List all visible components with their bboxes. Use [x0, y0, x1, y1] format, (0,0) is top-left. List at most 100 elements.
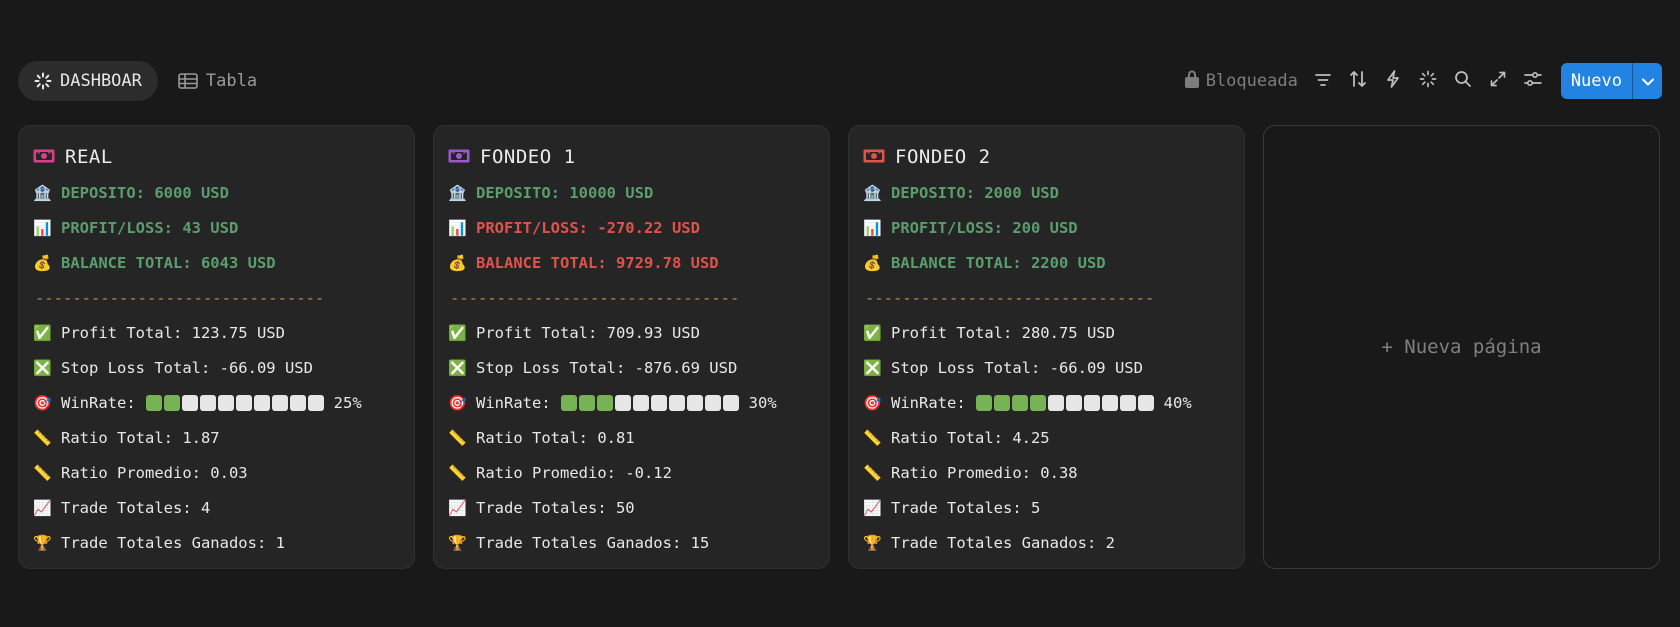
- profit-total-text: Profit Total: 709.93 USD: [476, 323, 700, 342]
- card-line-winrate: 🎯 WinRate: 40%: [863, 385, 1230, 420]
- winrate-label: WinRate:: [476, 393, 551, 412]
- view-tab-tabla[interactable]: Tabla: [162, 61, 273, 101]
- automation-bolt-icon: [1386, 70, 1400, 92]
- search-button[interactable]: [1447, 65, 1479, 97]
- account-card[interactable]: FONDEO 1 🏦 DEPOSITO: 10000 USD 📊 PROFIT/LOSS…: [433, 125, 830, 569]
- stop-loss-text: Stop Loss Total: -66.09 USD: [891, 358, 1143, 377]
- winrate-square: [668, 394, 685, 411]
- winrate-progress-bar: [560, 394, 739, 411]
- filter-button[interactable]: [1307, 65, 1339, 97]
- winrate-emoji-icon: 🎯: [448, 393, 467, 412]
- profit-total-emoji-icon: ✅: [33, 323, 52, 342]
- card-title: REAL: [33, 140, 400, 174]
- gallery-board: REAL 🏦 DEPOSITO: 6000 USD 📊 PROFIT/LOSS: 43 …: [18, 125, 1662, 569]
- new-page-card[interactable]: + Nueva página: [1263, 125, 1660, 569]
- winrate-square: [686, 394, 703, 411]
- stop-loss-emoji-icon: ❎: [33, 358, 52, 377]
- winrate-square: [1137, 394, 1154, 411]
- deposito-text: DEPOSITO: 10000 USD: [476, 183, 654, 202]
- ratio-total-text: Ratio Total: 1.87: [61, 428, 220, 447]
- card-line-trades: 📈 Trade Totales: 50: [448, 490, 815, 525]
- winrate-square: [1065, 394, 1082, 411]
- ratio-total-emoji-icon: 📏: [448, 428, 467, 447]
- settings-sliders-icon: [1523, 71, 1542, 91]
- view-tab-dashboard[interactable]: DASHBOAR: [18, 61, 158, 101]
- profit-loss-emoji-icon: 📊: [448, 218, 467, 237]
- ratio-promedio-emoji-icon: 📏: [863, 463, 882, 482]
- deposito-emoji-icon: 🏦: [863, 183, 882, 202]
- winrate-square: [1119, 394, 1136, 411]
- account-card[interactable]: REAL 🏦 DEPOSITO: 6000 USD 📊 PROFIT/LOSS: 43 …: [18, 125, 415, 569]
- card-line-won: 🏆 Trade Totales Ganados: 15: [448, 525, 815, 560]
- balance-text: BALANCE TOTAL: 6043 USD: [61, 253, 276, 272]
- filter-icon: [1314, 72, 1332, 91]
- deposito-emoji-icon: 🏦: [33, 183, 52, 202]
- new-dropdown-button[interactable]: [1632, 63, 1662, 99]
- card-line-balance: 💰 BALANCE TOTAL: 6043 USD: [33, 245, 400, 280]
- ai-sparkle-button[interactable]: [1412, 65, 1444, 97]
- chevron-down-icon: [1641, 72, 1655, 91]
- trades-emoji-icon: 📈: [863, 498, 882, 517]
- winrate-square: [199, 394, 216, 411]
- winrate-square: [1083, 394, 1100, 411]
- winrate-square: [307, 394, 324, 411]
- card-line-deposito: 🏦 DEPOSITO: 2000 USD: [863, 175, 1230, 210]
- trades-emoji-icon: 📈: [448, 498, 467, 517]
- winrate-square: [253, 394, 270, 411]
- new-page-label: + Nueva página: [1381, 336, 1542, 358]
- automation-button[interactable]: [1377, 65, 1409, 97]
- new-button[interactable]: Nuevo: [1560, 63, 1662, 99]
- stop-loss-emoji-icon: ❎: [863, 358, 882, 377]
- profit-loss-text: PROFIT/LOSS: -270.22 USD: [476, 218, 700, 237]
- table-icon: [178, 73, 198, 89]
- winrate-square: [560, 394, 577, 411]
- winrate-square: [1011, 394, 1028, 411]
- stop-loss-text: Stop Loss Total: -66.09 USD: [61, 358, 313, 377]
- winrate-progress-bar: [975, 394, 1154, 411]
- trades-text: Trade Totales: 4: [61, 498, 211, 517]
- winrate-square: [578, 394, 595, 411]
- card-line-winrate: 🎯 WinRate: 25%: [33, 385, 400, 420]
- winrate-square: [1047, 394, 1064, 411]
- expand-button[interactable]: [1482, 65, 1514, 97]
- winrate-square: [650, 394, 667, 411]
- profit-total-emoji-icon: ✅: [863, 323, 882, 342]
- expand-icon: [1490, 71, 1506, 91]
- card-title: FONDEO 2: [863, 140, 1230, 174]
- balance-text: BALANCE TOTAL: 2200 USD: [891, 253, 1106, 272]
- card-line-stop-loss: ❎ Stop Loss Total: -66.09 USD: [33, 350, 400, 385]
- ratio-promedio-text: Ratio Promedio: -0.12: [476, 463, 672, 482]
- card-line-balance: 💰 BALANCE TOTAL: 9729.78 USD: [448, 245, 815, 280]
- deposito-text: DEPOSITO: 6000 USD: [61, 183, 229, 202]
- divider-text: -------------------------------: [865, 288, 1155, 307]
- winrate-percent: 40%: [1163, 393, 1192, 412]
- card-line-stop-loss: ❎ Stop Loss Total: -66.09 USD: [863, 350, 1230, 385]
- winrate-square: [704, 394, 721, 411]
- card-line-trades: 📈 Trade Totales: 5: [863, 490, 1230, 525]
- winrate-percent: 25%: [333, 393, 362, 412]
- ratio-total-emoji-icon: 📏: [863, 428, 882, 447]
- lock-icon: [1184, 69, 1200, 94]
- lock-button[interactable]: Bloqueada: [1184, 69, 1298, 94]
- card-line-winrate: 🎯 WinRate: 30%: [448, 385, 815, 420]
- card-line-trades: 📈 Trade Totales: 4: [33, 490, 400, 525]
- won-emoji-icon: 🏆: [863, 533, 882, 552]
- won-text: Trade Totales Ganados: 15: [476, 533, 710, 552]
- winrate-square: [614, 394, 631, 411]
- winrate-square: [163, 394, 180, 411]
- card-line-profit-total: ✅ Profit Total: 123.75 USD: [33, 315, 400, 350]
- trades-text: Trade Totales: 5: [891, 498, 1041, 517]
- new-button-label[interactable]: Nuevo: [1561, 63, 1632, 99]
- sort-button[interactable]: [1342, 65, 1374, 97]
- winrate-emoji-icon: 🎯: [863, 393, 882, 412]
- deposito-emoji-icon: 🏦: [448, 183, 467, 202]
- winrate-square: [271, 394, 288, 411]
- loading-spinner-icon: [34, 72, 52, 90]
- winrate-square: [217, 394, 234, 411]
- balance-emoji-icon: 💰: [448, 253, 467, 272]
- winrate-square: [1029, 394, 1046, 411]
- account-card[interactable]: FONDEO 2 🏦 DEPOSITO: 2000 USD 📊 PROFIT/LOSS:…: [848, 125, 1245, 569]
- winrate-square: [235, 394, 252, 411]
- view-settings-button[interactable]: [1517, 65, 1549, 97]
- view-tab-label: Tabla: [205, 71, 258, 91]
